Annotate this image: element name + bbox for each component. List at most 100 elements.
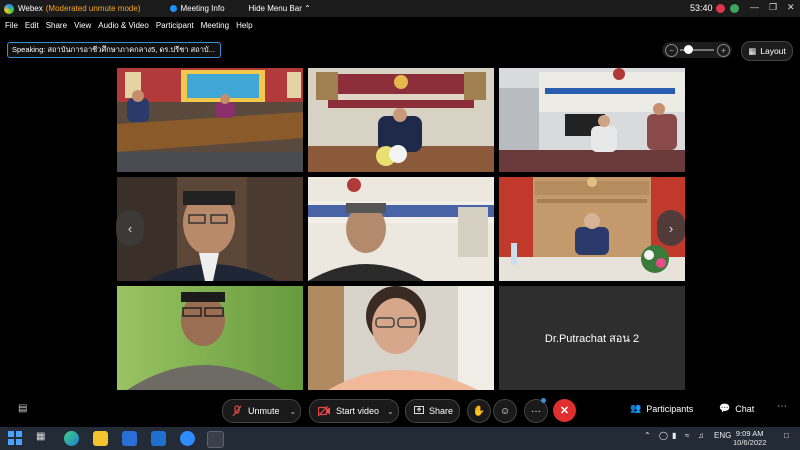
language-indicator[interactable]: ENG	[714, 431, 731, 440]
grid-icon: ▦	[748, 45, 757, 56]
menu-help[interactable]: Help	[236, 21, 252, 30]
close-icon[interactable]: ✕	[787, 2, 795, 13]
unmute-label: Unmute	[248, 406, 280, 416]
video-tile-office-two-people[interactable]	[499, 68, 685, 172]
restore-icon[interactable]: ❐	[769, 2, 777, 13]
participants-icon: 👥	[630, 403, 642, 413]
chevron-left-icon: ‹	[127, 220, 133, 236]
chat-label: Chat	[735, 403, 755, 414]
file-explorer-icon[interactable]	[93, 431, 108, 446]
clock-time: 9:09 AM	[735, 429, 764, 438]
layout-label: Layout	[760, 46, 786, 56]
chevron-down-icon[interactable]: ⌄	[290, 407, 297, 416]
conference-room-video	[117, 68, 303, 172]
video-tile-man-sign[interactable]	[308, 177, 494, 281]
menu-edit[interactable]: Edit	[25, 21, 39, 30]
info-icon	[170, 5, 178, 12]
office-two-people-video	[499, 68, 685, 172]
menu-view[interactable]: View	[74, 21, 91, 30]
participant-name: Dr.Putrachat สอน 2	[544, 333, 640, 345]
meeting-info-button[interactable]: Meeting Info	[170, 4, 225, 13]
hide-menu-bar-button[interactable]: Hide Menu Bar ⌃	[249, 4, 311, 13]
store-icon[interactable]	[122, 431, 137, 446]
share-screen-icon	[414, 406, 424, 416]
chevron-right-icon: ›	[668, 220, 674, 236]
captions-icon[interactable]: ▤	[18, 403, 27, 414]
hide-menu-bar-label: Hide Menu Bar	[248, 4, 302, 13]
layout-button[interactable]: ▦ Layout	[741, 41, 793, 61]
zoom-handle[interactable]	[684, 45, 693, 54]
zoom-app-icon[interactable]	[180, 431, 195, 446]
chat-button[interactable]: 💬 Chat	[719, 403, 754, 414]
chevron-up-icon: ⌃	[304, 4, 311, 13]
participants-button[interactable]: 👥 Participants	[630, 403, 693, 414]
windows-taskbar: ▦ ⌃ ◯ ▮ ≈ ♫ ENG 9:09 AM 10/6/2022 □	[0, 427, 800, 450]
video-tile-man-green[interactable]	[117, 286, 303, 390]
unmute-button[interactable]: Unmute ⌄	[222, 399, 301, 423]
start-video-label: Start video	[336, 406, 380, 416]
man-glasses-video	[117, 177, 303, 281]
video-tile-conference-room[interactable]	[117, 68, 303, 172]
zoom-in-icon[interactable]: +	[717, 44, 730, 57]
hand-icon: ✋	[472, 405, 486, 417]
mail-icon[interactable]	[151, 431, 166, 446]
battery-icon[interactable]: ▮	[672, 431, 676, 440]
taskbar-clock[interactable]: 9:09 AM 10/6/2022	[733, 429, 766, 447]
video-tile-presenter-stage[interactable]	[308, 68, 494, 172]
notification-dot	[541, 398, 546, 403]
end-call-button[interactable]: ✕	[553, 399, 576, 422]
windows-start-icon[interactable]	[8, 431, 23, 446]
title-bar: Webex (Moderated unmute mode) Meeting In…	[0, 0, 800, 17]
reactions-button[interactable]: ☺	[493, 399, 517, 423]
man-green-video	[117, 286, 303, 390]
minimize-icon[interactable]: —	[750, 2, 759, 12]
meeting-controls: ▤ Unmute ⌄ Start video ⌄ Share ✋ ☺ ··· ✕…	[0, 393, 800, 427]
more-menu-icon[interactable]: ⋯	[777, 401, 787, 412]
menu-participant[interactable]: Participant	[156, 21, 194, 30]
task-view-icon[interactable]: ▦	[36, 431, 51, 446]
share-label: Share	[429, 406, 454, 416]
wifi-icon[interactable]: ≈	[685, 431, 689, 440]
next-page-button[interactable]: ›	[657, 210, 685, 246]
close-icon: ✕	[559, 405, 570, 417]
app-name: Webex	[18, 4, 43, 13]
volume-icon[interactable]: ♫	[698, 431, 704, 440]
menu-share[interactable]: Share	[46, 21, 67, 30]
menu-audio-video[interactable]: Audio & Video	[98, 21, 149, 30]
meeting-info-label: Meeting Info	[180, 4, 225, 13]
share-button[interactable]: Share	[405, 399, 460, 423]
clock-date: 10/6/2022	[733, 438, 767, 447]
previous-page-button[interactable]: ‹	[116, 210, 144, 246]
menu-file[interactable]: File	[5, 21, 18, 30]
user-avatar[interactable]	[730, 4, 739, 13]
meeting-timer: 53:40	[690, 3, 713, 13]
tray-app-icon[interactable]: ◯	[659, 431, 668, 440]
chat-icon: 💬	[719, 403, 731, 413]
recording-icon	[716, 4, 725, 13]
woman-glasses-video	[308, 286, 494, 390]
webex-logo-icon	[4, 3, 14, 14]
webex-taskbar-icon[interactable]	[207, 431, 224, 448]
participants-label: Participants	[646, 403, 694, 414]
zoom-out-icon[interactable]: −	[665, 44, 678, 57]
edge-browser-icon[interactable]	[64, 431, 79, 446]
moderated-mode-label: (Moderated unmute mode)	[45, 4, 141, 13]
video-tile-dr-putrachat[interactable]: Dr.Putrachat สอน 2	[499, 286, 685, 390]
start-video-button[interactable]: Start video ⌄	[309, 399, 399, 423]
tray-chevron-up-icon[interactable]: ⌃	[644, 431, 651, 440]
man-sign-video	[308, 177, 494, 281]
notifications-icon[interactable]: □	[784, 431, 789, 440]
chevron-down-icon[interactable]: ⌄	[387, 407, 394, 416]
zoom-slider[interactable]: − +	[662, 42, 732, 58]
video-tile-woman-glasses[interactable]	[308, 286, 494, 390]
presenter-stage-video	[308, 68, 494, 172]
raise-hand-button[interactable]: ✋	[467, 399, 491, 423]
video-off-icon	[318, 406, 330, 416]
more-icon: ···	[531, 405, 541, 417]
menu-meeting[interactable]: Meeting	[201, 21, 229, 30]
emoji-icon: ☺	[499, 405, 511, 417]
muted-mic-icon	[232, 405, 242, 417]
active-speaker-banner: Speaking: สถาบันการอาชีวศึกษาภาคกลาง5, ด…	[7, 42, 221, 58]
video-tile-man-glasses[interactable]	[117, 177, 303, 281]
menu-bar: File Edit Share View Audio & Video Parti…	[0, 17, 800, 33]
